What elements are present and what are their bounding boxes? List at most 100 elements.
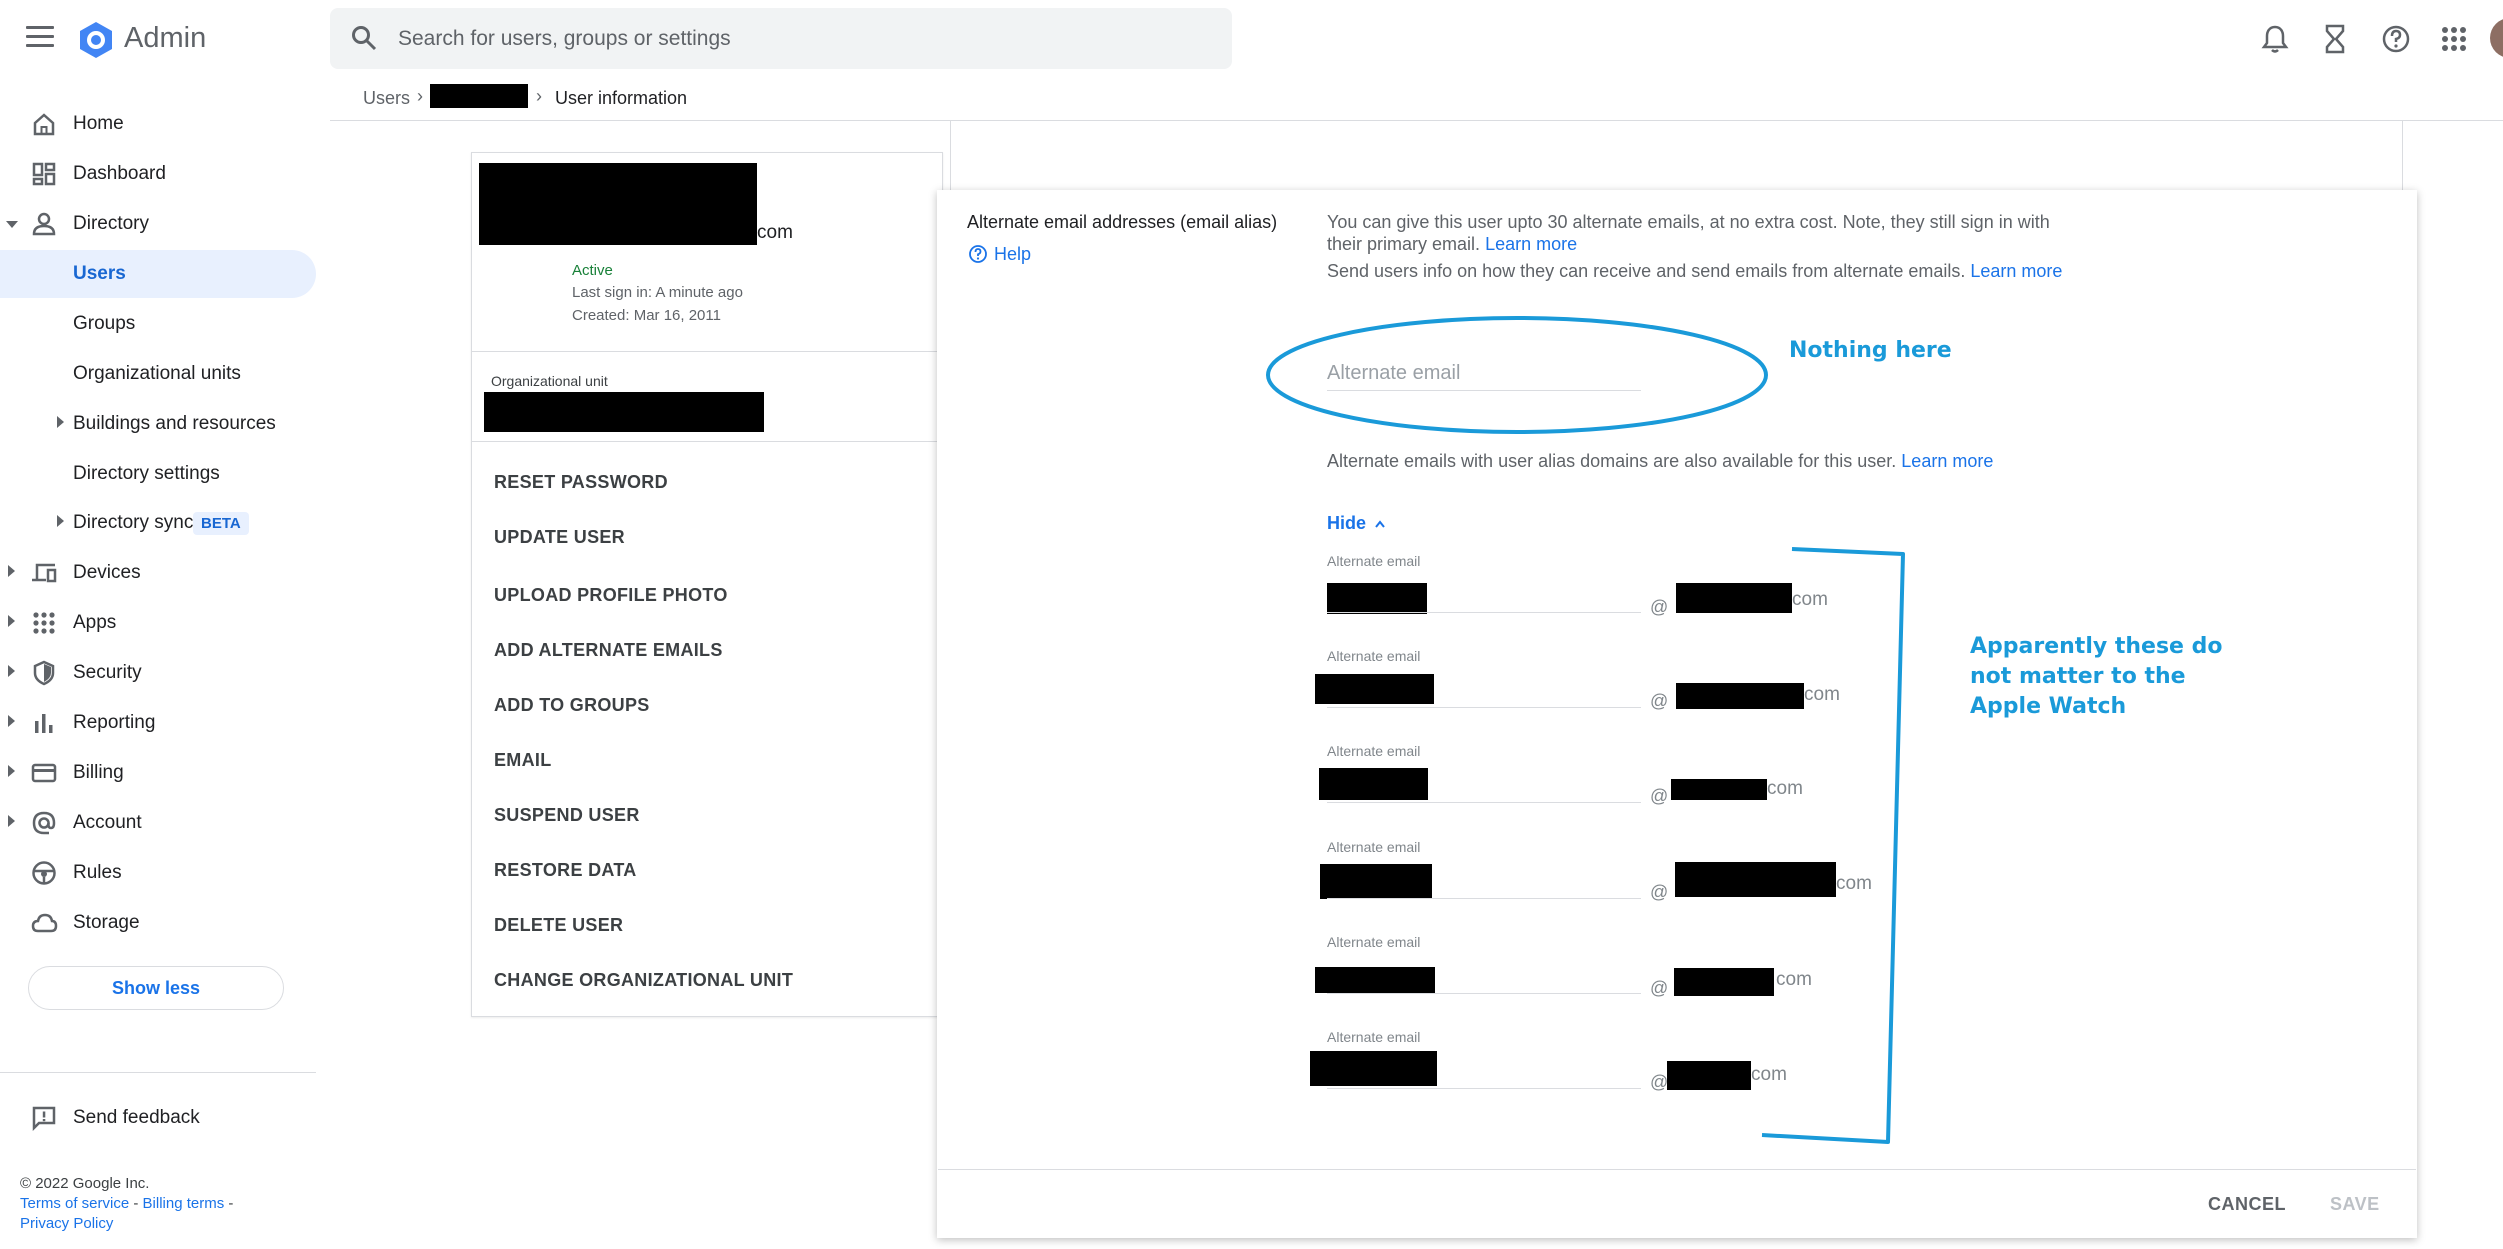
user-email-suffix: com (757, 222, 793, 243)
sidebar-item-users[interactable]: Users (0, 250, 316, 298)
app-title[interactable]: Admin (124, 22, 206, 55)
sidebar-item-rules[interactable]: Rules (0, 849, 316, 897)
apps-grid-icon[interactable] (2437, 22, 2471, 56)
alternate-email-label: Alternate email (1327, 1029, 1421, 1045)
input-underline (1327, 993, 1641, 994)
learn-more-link[interactable]: Learn more (1970, 261, 2062, 281)
admin-logo-icon[interactable] (76, 20, 116, 60)
cloud-icon (31, 913, 58, 933)
help-circle-icon[interactable] (968, 244, 988, 264)
at-symbol: @ (1650, 1072, 1669, 1092)
section-title: Alternate email addresses (email alias) (967, 212, 1278, 232)
email-button[interactable]: EMAIL (494, 750, 552, 771)
reset-password-button[interactable]: RESET PASSWORD (494, 472, 668, 493)
terms-of-service-link[interactable]: Terms of service (20, 1195, 129, 1212)
change-organizational-unit-button[interactable]: CHANGE ORGANIZATIONAL UNIT (494, 970, 793, 991)
annotation-nothing-here: Nothing here (1789, 338, 1952, 363)
sidebar-item-security[interactable]: Security (0, 649, 316, 697)
show-less-button[interactable]: Show less (28, 966, 284, 1010)
sidebar-item-apps[interactable]: Apps (0, 599, 316, 647)
search-input[interactable] (398, 24, 1198, 54)
new-alternate-email-input[interactable]: Alternate email (1327, 362, 1460, 385)
help-link[interactable]: Help (994, 244, 1031, 265)
content-divider (950, 120, 951, 200)
domain-suffix: com (1792, 589, 1828, 610)
expand-arrow-icon (57, 515, 64, 527)
upload-profile-photo-button[interactable]: UPLOAD PROFILE PHOTO (494, 585, 728, 606)
suspend-user-button[interactable]: SUSPEND USER (494, 805, 640, 826)
sidebar-divider (0, 1072, 316, 1073)
sidebar-item-account[interactable]: Account (0, 799, 316, 847)
learn-more-link[interactable]: Learn more (1485, 234, 1577, 254)
feedback-icon (32, 1106, 56, 1132)
input-underline (1327, 1088, 1641, 1089)
redacted-alias-local[interactable] (1319, 768, 1428, 800)
sidebar-item-label: Devices (73, 562, 141, 583)
at-symbol: @ (1650, 882, 1669, 902)
sidebar-item-devices[interactable]: Devices (0, 549, 316, 597)
redacted-alias-local[interactable] (1315, 967, 1435, 993)
redacted-alias-domain[interactable] (1675, 862, 1836, 897)
redacted-alias-domain[interactable] (1674, 968, 1774, 996)
user-status: Active (572, 262, 613, 279)
sidebar-item-storage[interactable]: Storage (0, 899, 316, 947)
sidebar-item-label: Directory (73, 213, 150, 234)
breadcrumb-users[interactable]: Users (363, 88, 410, 109)
billing-terms-link[interactable]: Billing terms (143, 1195, 225, 1212)
copyright-text: © 2022 Google Inc. (20, 1175, 150, 1192)
input-underline (1327, 390, 1641, 391)
send-feedback-link[interactable]: Send feedback (0, 1094, 316, 1142)
cancel-button[interactable]: CANCEL (2208, 1194, 2286, 1215)
sidebar-item-directory-settings[interactable]: Directory settings (0, 450, 316, 498)
save-button[interactable]: SAVE (2330, 1194, 2380, 1215)
help-icon[interactable] (2379, 22, 2413, 56)
annotation-line: Apparently these do (1970, 634, 2223, 659)
hourglass-icon[interactable] (2318, 22, 2352, 56)
sidebar-item-organizational-units[interactable]: Organizational units (0, 350, 316, 398)
sidebar-item-reporting[interactable]: Reporting (0, 699, 316, 747)
sidebar-item-dashboard[interactable]: Dashboard (0, 150, 316, 198)
sidebar-item-label: Billing (73, 762, 124, 783)
redacted-alias-local[interactable] (1310, 1051, 1437, 1086)
redacted-alias-local[interactable] (1315, 674, 1434, 704)
alternate-email-label: Alternate email (1327, 553, 1421, 569)
avatar[interactable] (2490, 18, 2503, 58)
learn-more-link[interactable]: Learn more (1901, 451, 1993, 471)
at-symbol: @ (1650, 786, 1669, 806)
alternate-email-label: Alternate email (1327, 934, 1421, 950)
sidebar-item-label: Apps (73, 612, 117, 633)
main-menu-icon[interactable] (26, 26, 54, 50)
bell-icon[interactable] (2258, 22, 2292, 56)
restore-data-button[interactable]: RESTORE DATA (494, 860, 637, 881)
hide-label: Hide (1327, 513, 1367, 533)
sidebar-item-groups[interactable]: Groups (0, 300, 316, 348)
input-underline (1327, 898, 1641, 899)
sidebar-item-home[interactable]: Home (0, 100, 316, 148)
delete-user-button[interactable]: DELETE USER (494, 915, 623, 936)
dashboard-icon (32, 162, 56, 186)
update-user-button[interactable]: UPDATE USER (494, 527, 625, 548)
sidebar-item-label: Dashboard (73, 163, 166, 184)
add-alternate-emails-button[interactable]: ADD ALTERNATE EMAILS (494, 640, 723, 661)
redacted-breadcrumb-user[interactable] (430, 84, 528, 108)
sidebar-item-billing[interactable]: Billing (0, 749, 316, 797)
sidebar-item-label: Storage (73, 912, 140, 933)
redacted-alias-domain[interactable] (1667, 1061, 1751, 1090)
sidebar-item-label: Reporting (73, 712, 156, 733)
shield-icon (33, 660, 55, 686)
sidebar-item-directory-sync[interactable]: Directory sync BETA (0, 499, 316, 547)
sidebar-item-buildings-and-resources[interactable]: Buildings and resources (0, 400, 316, 448)
sidebar-item-directory[interactable]: Directory (0, 200, 316, 248)
sidebar-item-label: Groups (73, 313, 136, 334)
redacted-alias-local[interactable] (1327, 583, 1427, 614)
redacted-alias-domain[interactable] (1676, 683, 1804, 709)
redacted-alias-domain[interactable] (1676, 583, 1792, 613)
search-icon[interactable] (350, 24, 378, 52)
redacted-alias-local[interactable] (1320, 864, 1432, 899)
credit-card-icon (31, 763, 57, 783)
hide-toggle[interactable]: Hide (1327, 513, 1386, 534)
redacted-alias-domain[interactable] (1671, 779, 1767, 800)
add-to-groups-button[interactable]: ADD TO GROUPS (494, 695, 650, 716)
domain-suffix: com (1776, 969, 1812, 990)
privacy-policy-link[interactable]: Privacy Policy (20, 1214, 320, 1234)
